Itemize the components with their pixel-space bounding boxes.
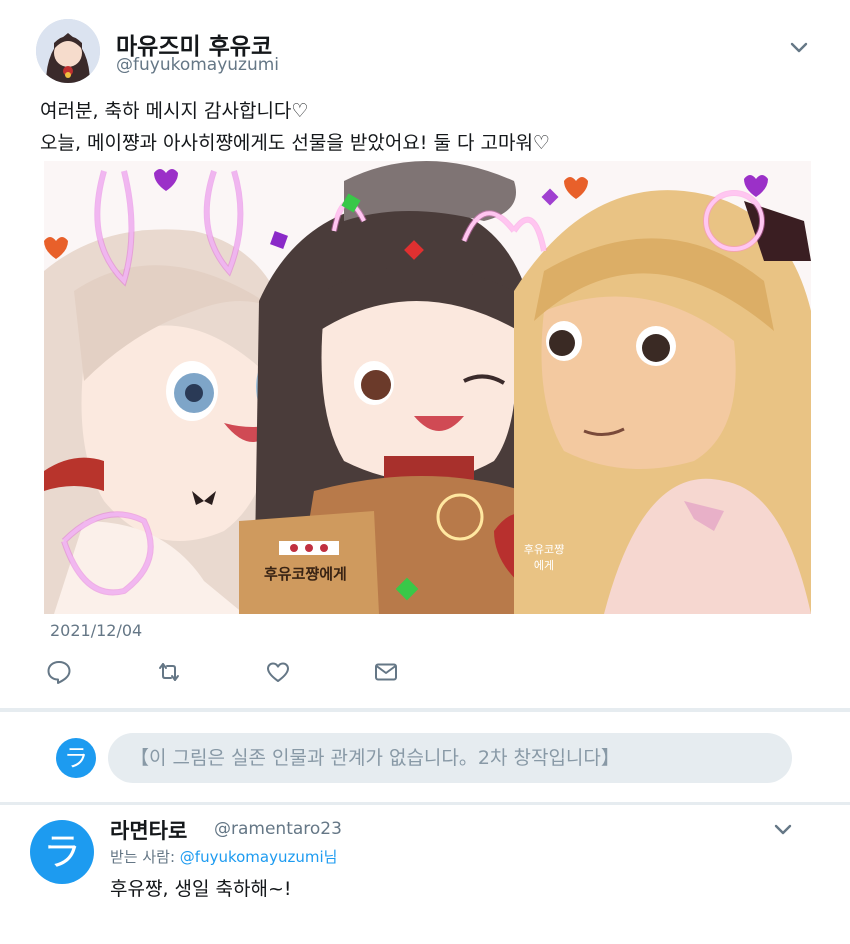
reply-avatar[interactable]: ラ — [56, 738, 96, 778]
avatar[interactable] — [36, 19, 100, 83]
tweet-text-line-1: 여러분, 축하 메시지 감사합니다♡ — [40, 100, 309, 122]
reply-input[interactable]: 【이 그림은 실존 인물과 관계가 없습니다。2차 창작입니다】 — [108, 733, 792, 783]
reply-author-avatar[interactable]: ラ — [30, 820, 94, 884]
reply-handle[interactable]: @ramentaro23 — [214, 819, 342, 839]
tweet-image[interactable]: 후유코쨩에게 후유코쨩 에게 — [44, 161, 811, 614]
reply-text: 후유쨩, 생일 축하해~! — [110, 878, 292, 900]
gift-bag-text: 후유코쨩에게 — [264, 565, 347, 583]
tweet-text-line-2: 오늘, 메이쨩과 아사히쨩에게도 선물을 받았어요! 둘 다 고마워♡ — [40, 132, 550, 154]
tweet-card: 마유즈미 후유코 @fuyukomayuzumi 여러분, 축하 메시지 감사합… — [0, 0, 850, 710]
user-handle[interactable]: @fuyukomayuzumi — [116, 55, 279, 75]
dm-icon[interactable] — [373, 659, 399, 685]
reply-display-name[interactable]: 라면타로 — [110, 815, 187, 845]
heart-tag-text-2: 에게 — [533, 559, 555, 572]
reply-to-line: 받는 사람: @fuyukomayuzumi님 — [110, 846, 337, 867]
chevron-down-icon[interactable] — [786, 34, 812, 60]
tweet-date: 2021/12/04 — [50, 621, 143, 640]
divider — [0, 802, 850, 805]
reply-to-mention[interactable]: @fuyukomayuzumi님 — [180, 848, 338, 866]
reply-to-label: 받는 사람: — [110, 848, 180, 866]
retweet-icon[interactable] — [156, 659, 182, 685]
reply-icon[interactable] — [46, 659, 72, 685]
chevron-down-icon[interactable] — [770, 816, 796, 842]
like-icon[interactable] — [265, 659, 291, 685]
divider — [0, 708, 850, 712]
heart-tag-text-1: 후유코쨩 — [523, 543, 565, 556]
